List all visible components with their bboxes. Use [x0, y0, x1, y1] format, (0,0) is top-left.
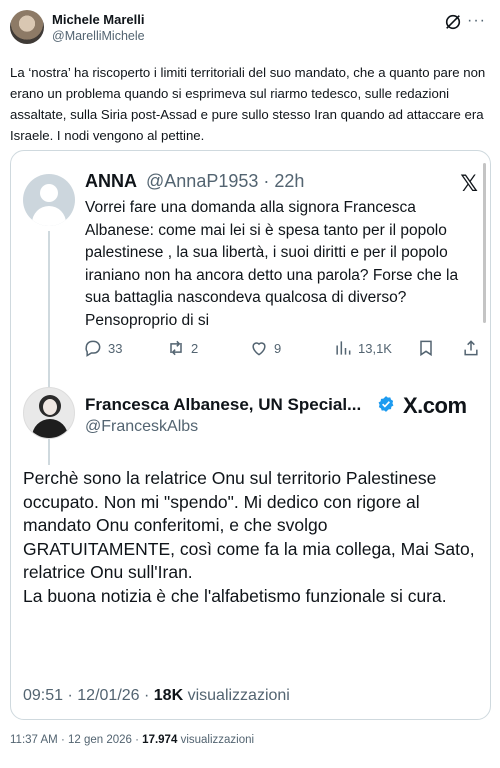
- reply-text: Vorrei fare una domanda alla signora Fra…: [85, 199, 459, 329]
- more-icon[interactable]: ···: [467, 12, 486, 30]
- x-logo-icon: 𝕏: [460, 171, 478, 196]
- reply-icon: [85, 340, 101, 357]
- like-count: 9: [274, 340, 282, 356]
- views-count: 13,1K: [358, 340, 392, 356]
- reply-action[interactable]: 33: [83, 338, 122, 358]
- source-meta: 09:51 · 12/01/26 · 18K visualizzazioni: [23, 687, 290, 705]
- source-text: Perchè sono la relatrice Onu sul territo…: [23, 468, 475, 606]
- source-time: 09:51: [23, 687, 64, 704]
- reply-age: · 22h: [263, 171, 305, 191]
- reply-author-name[interactable]: ANNA: [85, 171, 137, 191]
- source-author-name[interactable]: Francesca Albanese, UN Special...: [85, 395, 361, 415]
- scrollbar: [483, 163, 486, 323]
- views-icon: [336, 341, 351, 355]
- source-date: · 12/01/26 ·: [67, 687, 150, 704]
- repost-icon: [170, 340, 182, 356]
- reply-author-handle[interactable]: @AnnaP1953: [146, 171, 258, 191]
- bookmark-action[interactable]: [416, 338, 436, 358]
- source-views-label: visualizzazioni: [187, 687, 290, 704]
- source-views: 18K: [153, 687, 184, 704]
- reply-count: 33: [108, 340, 123, 356]
- post-views-label: visualizzazioni: [180, 734, 255, 746]
- author-name[interactable]: Michele Marelli: [52, 12, 144, 27]
- post-header: Michele Marelli @MarelliMichele ···: [10, 10, 490, 46]
- post-date[interactable]: 12 gen 2026: [68, 734, 132, 746]
- post-views: 17.974: [142, 734, 178, 746]
- reply-header: ANNA @AnnaP1953 · 22h: [85, 171, 304, 192]
- author-handle[interactable]: @MarelliMichele: [52, 29, 145, 43]
- grok-icon[interactable]: [444, 13, 462, 31]
- share-icon: [464, 340, 478, 356]
- x-com-logo: X.com: [403, 393, 467, 418]
- post-text: La ‘nostra’ ha riscoperto i limiti terri…: [10, 65, 486, 143]
- reply-avatar[interactable]: [23, 174, 75, 226]
- repost-action[interactable]: 2: [166, 338, 198, 358]
- heart-icon: [252, 342, 266, 356]
- post-time[interactable]: 11:37 AM: [10, 734, 58, 746]
- post-meta: 11:37 AM · 12 gen 2026 · 17.974 visualiz…: [10, 734, 255, 746]
- source-avatar[interactable]: [23, 387, 75, 439]
- verified-icon: [378, 396, 394, 412]
- views-action[interactable]: 13,1K: [333, 338, 392, 358]
- like-action[interactable]: 9: [249, 338, 281, 358]
- share-action[interactable]: [461, 338, 481, 358]
- bookmark-icon: [420, 340, 432, 357]
- action-bar: 33 2 9 13,1K: [83, 338, 483, 362]
- source-author-handle[interactable]: @FranceskAlbs: [85, 418, 198, 436]
- author-avatar[interactable]: [10, 10, 44, 44]
- repost-count: 2: [191, 340, 199, 356]
- quoted-screenshot[interactable]: ANNA @AnnaP1953 · 22h 𝕏 Vorrei fare una …: [10, 150, 491, 720]
